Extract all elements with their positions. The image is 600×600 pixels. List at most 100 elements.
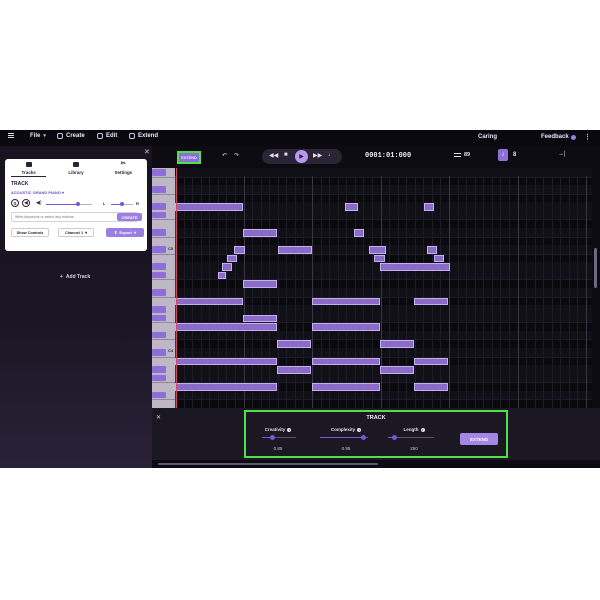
channel-select[interactable]: Channel 1 ▾ — [58, 228, 94, 237]
extend-mode-button[interactable]: EXTEND — [177, 151, 201, 164]
midi-note[interactable] — [354, 229, 364, 237]
piano-keyboard[interactable]: C5 C4 — [152, 168, 175, 408]
black-key[interactable] — [152, 211, 166, 219]
midi-note[interactable] — [434, 254, 444, 263]
metronome-icon[interactable]: ♩ — [328, 152, 334, 158]
create-tab[interactable]: Create — [57, 133, 85, 139]
close-icon[interactable]: ✕ — [156, 414, 161, 421]
bpm-control[interactable]: 89 — [454, 152, 470, 158]
length-knob[interactable] — [392, 435, 398, 440]
midi-note[interactable] — [175, 297, 243, 306]
main-menu-button[interactable] — [8, 133, 14, 138]
stop-icon[interactable]: ■ — [284, 152, 288, 158]
fast-forward-icon[interactable]: ▶▶ — [313, 152, 322, 159]
quantize-value[interactable]: 8 — [513, 152, 516, 158]
creativity-knob[interactable] — [269, 435, 275, 440]
horizontal-scrollbar[interactable]: ◂ ▪ ▸ — [152, 460, 600, 468]
show-controls-button[interactable]: Show Controls — [11, 228, 49, 237]
midi-note[interactable] — [277, 366, 311, 374]
vertical-scroll-thumb[interactable] — [594, 248, 597, 288]
play-button[interactable]: ▶ — [295, 150, 308, 163]
midi-note[interactable] — [374, 254, 385, 263]
black-key[interactable] — [152, 263, 166, 270]
black-key[interactable] — [152, 186, 166, 193]
extend-tab[interactable]: Extend — [129, 133, 158, 139]
black-key[interactable] — [152, 314, 166, 322]
midi-note[interactable] — [243, 314, 277, 323]
playhead[interactable] — [176, 168, 177, 408]
black-key[interactable] — [152, 306, 166, 313]
quantize-icon[interactable]: ♪ — [498, 149, 508, 161]
midi-note[interactable] — [222, 263, 232, 271]
midi-note[interactable] — [175, 383, 277, 391]
midi-note[interactable] — [380, 366, 414, 374]
mute-button[interactable]: ◀ — [22, 199, 30, 207]
close-icon[interactable]: ✕ — [144, 148, 150, 156]
redo-icon[interactable]: ↷ — [234, 152, 239, 159]
midi-note[interactable] — [312, 357, 380, 366]
midi-note[interactable] — [227, 254, 237, 263]
song-title[interactable]: Caring — [478, 134, 497, 140]
info-icon[interactable]: i — [357, 428, 362, 432]
midi-note[interactable] — [218, 271, 226, 280]
rewind-icon[interactable]: ◀◀ — [269, 152, 278, 159]
volume-knob[interactable] — [76, 202, 81, 206]
midi-note[interactable] — [278, 246, 312, 254]
tab-library[interactable]: Library — [52, 159, 99, 177]
pan-knob[interactable] — [120, 202, 124, 206]
black-key[interactable] — [152, 374, 166, 382]
info-icon[interactable]: i — [420, 428, 425, 432]
fit-to-screen-icon[interactable]: →| — [558, 151, 566, 157]
piano-roll[interactable]: C5 C4 4/4 2345 — [152, 168, 592, 408]
tab-settings[interactable]: ✂ Settings — [100, 159, 147, 177]
midi-note[interactable] — [427, 246, 437, 254]
instrument-select[interactable]: ACOUSTIC GRAND PIANO ▾ — [11, 190, 64, 195]
black-key[interactable] — [152, 289, 166, 296]
info-icon[interactable]: i — [287, 428, 292, 432]
file-menu[interactable]: File ▾ — [30, 133, 46, 139]
midi-note[interactable] — [345, 203, 358, 211]
tab-tracks[interactable]: Tracks — [5, 159, 52, 177]
extend-button[interactable]: EXTEND — [460, 433, 498, 445]
create-button[interactable]: CREATE — [117, 213, 142, 221]
complexity-knob[interactable] — [360, 435, 366, 440]
midi-note[interactable] — [312, 383, 380, 391]
black-key[interactable] — [152, 169, 166, 176]
solo-button[interactable]: S — [11, 199, 19, 207]
edit-tab[interactable]: Edit — [97, 133, 117, 139]
note-grid[interactable]: 4/4 2345 — [175, 168, 592, 408]
midi-note[interactable] — [277, 340, 311, 348]
midi-note[interactable] — [243, 229, 277, 237]
black-key[interactable] — [152, 203, 166, 210]
midi-note[interactable] — [414, 357, 448, 366]
beat-line — [414, 176, 416, 408]
black-key[interactable] — [152, 271, 166, 279]
black-key[interactable] — [152, 391, 166, 399]
length-control: Length i 250 — [388, 427, 440, 457]
add-track-button[interactable]: + Add Track — [60, 274, 90, 280]
more-options-icon[interactable]: ⋮ — [584, 133, 591, 141]
black-key[interactable] — [152, 366, 166, 373]
midi-note[interactable] — [380, 340, 414, 348]
black-key[interactable] — [152, 331, 166, 339]
midi-note[interactable] — [414, 297, 448, 306]
midi-note[interactable] — [234, 246, 245, 254]
midi-note[interactable] — [312, 323, 380, 331]
midi-note[interactable] — [175, 357, 277, 366]
midi-note[interactable] — [424, 203, 434, 211]
vertical-scrollbar[interactable] — [592, 168, 600, 408]
midi-note[interactable] — [380, 263, 450, 271]
horizontal-scroll-thumb[interactable] — [158, 463, 378, 465]
feedback-button[interactable]: Feedback — [541, 134, 576, 140]
export-button[interactable]: ⬆ Export ▾ — [106, 228, 144, 237]
midi-note[interactable] — [369, 246, 386, 254]
midi-note[interactable] — [175, 203, 243, 211]
midi-note[interactable] — [243, 280, 277, 288]
midi-note[interactable] — [312, 297, 380, 306]
black-key[interactable] — [152, 246, 166, 253]
black-key[interactable] — [152, 349, 166, 356]
undo-icon[interactable]: ↶ — [222, 152, 227, 159]
midi-note[interactable] — [175, 323, 277, 331]
black-key[interactable] — [152, 229, 166, 236]
midi-note[interactable] — [414, 383, 448, 391]
